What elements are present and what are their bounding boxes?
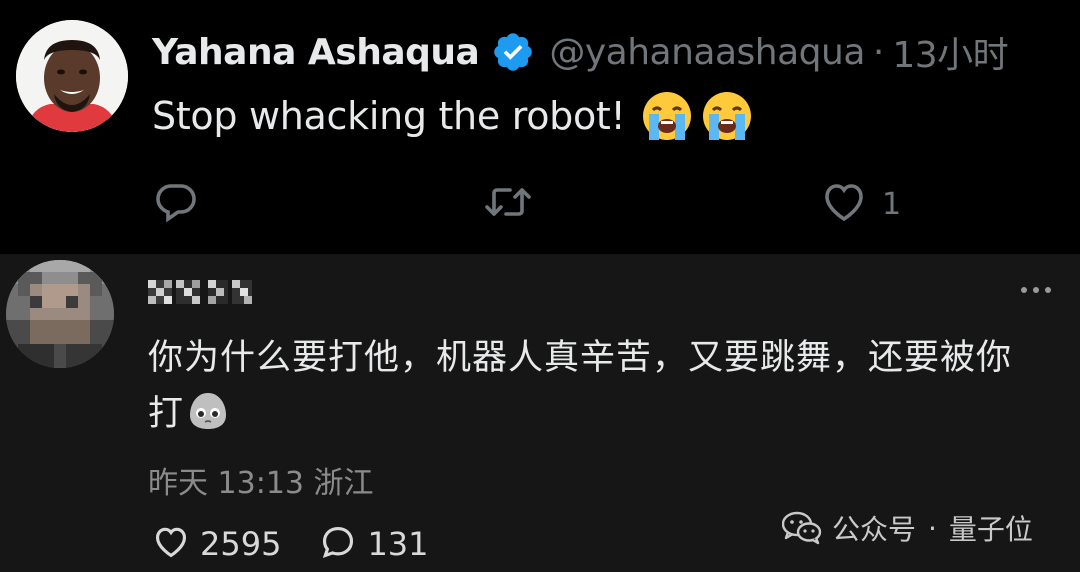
more-dot-icon [1033, 287, 1039, 293]
commenter-name-redacted[interactable] [148, 280, 252, 304]
reply-button[interactable] [152, 176, 214, 232]
comment-like-button[interactable]: 2595 [152, 523, 281, 565]
loudly-crying-face-icon [699, 88, 755, 144]
tweet-body: Stop whacking the robot! [152, 94, 626, 138]
tweet-text: Stop whacking the robot! [152, 88, 755, 144]
verified-badge-icon[interactable] [491, 30, 535, 74]
comment-bubble-icon [319, 523, 357, 565]
comment-reply-count: 131 [367, 525, 429, 563]
pleading-face-icon [186, 389, 230, 433]
watermark-brand: 公众号 [832, 513, 917, 546]
tweet: Yahana Ashaqua @yahanaashaqua · 13小时 Sto… [0, 0, 1080, 254]
comment-text: 你为什么要打他，机器人真辛苦，又要跳舞，还要被你 打 [148, 330, 1063, 442]
tweet-actions: 1 [152, 176, 1052, 232]
more-options-button[interactable] [1016, 280, 1056, 300]
wechat-icon [782, 511, 822, 545]
reply-icon [152, 178, 200, 230]
retweet-button[interactable] [482, 176, 548, 232]
comment-line-1: 你为什么要打他，机器人真辛苦，又要跳舞，还要被你 [148, 338, 1013, 378]
avatar-image [16, 20, 128, 132]
comment-like-count: 2595 [200, 525, 282, 563]
comment-meta: 昨天 13:13 浙江 [148, 466, 374, 501]
comment-actions: 2595 131 [152, 522, 467, 566]
tweet-timestamp[interactable]: 13小时 [892, 26, 1008, 78]
more-dot-icon [1045, 287, 1051, 293]
retweet-icon [482, 178, 534, 230]
commenter-avatar-pixelated[interactable] [6, 260, 114, 368]
comment-reply-button[interactable]: 131 [319, 523, 429, 565]
author-name[interactable]: Yahana Ashaqua [152, 32, 480, 73]
tweet-header: Yahana Ashaqua @yahanaashaqua · 13小时 [152, 24, 1009, 80]
watermark-separator: · [928, 511, 937, 545]
header-separator: · [872, 31, 885, 73]
comment-line-2: 打 [148, 394, 185, 434]
author-avatar[interactable] [16, 20, 128, 132]
watermark: 公众号 · 量子位 [782, 506, 1033, 550]
heart-icon [820, 178, 868, 230]
more-dot-icon [1021, 287, 1027, 293]
loudly-crying-face-icon [639, 88, 695, 144]
heart-icon [152, 523, 190, 565]
watermark-name: 量子位 [948, 513, 1033, 546]
author-handle[interactable]: @yahanaashaqua [549, 32, 865, 73]
like-button[interactable]: 1 [820, 176, 901, 232]
like-count: 1 [882, 186, 902, 222]
